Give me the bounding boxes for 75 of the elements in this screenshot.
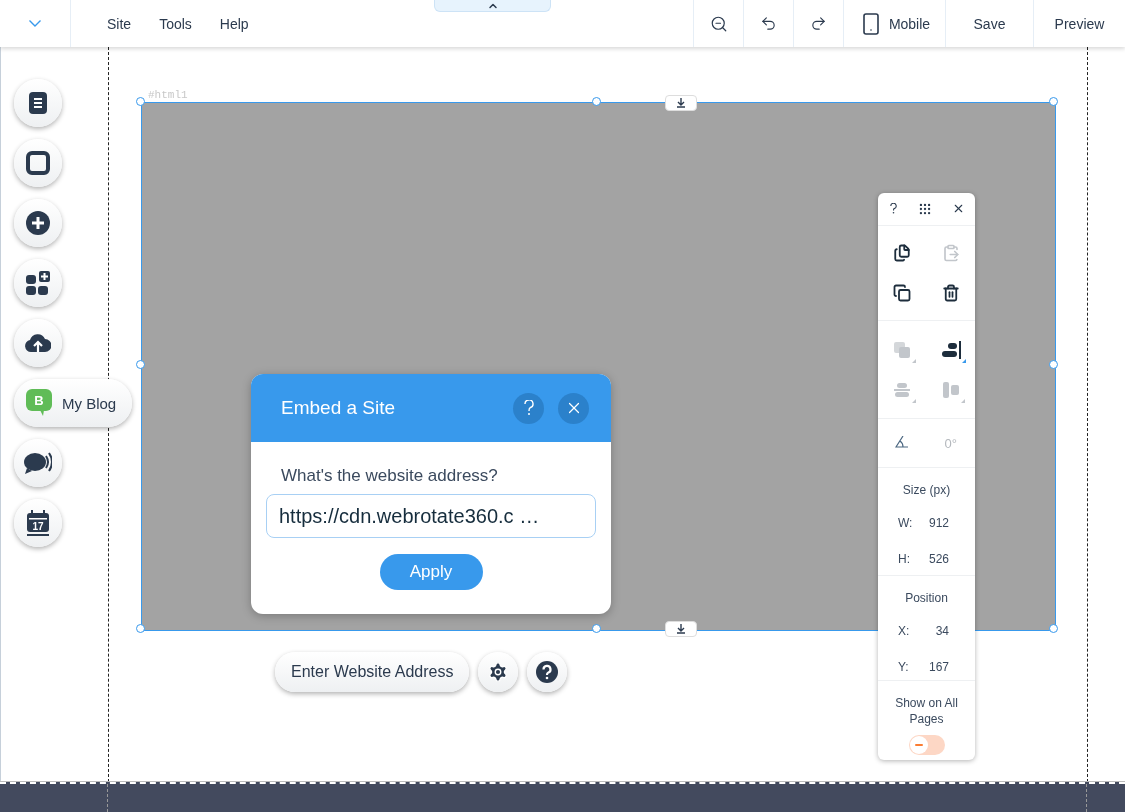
copy-icon bbox=[893, 243, 912, 262]
dialog-title: Embed a Site bbox=[281, 397, 397, 419]
question-mark-icon bbox=[890, 203, 897, 215]
zoom-out-icon bbox=[709, 14, 728, 33]
position-title: Position bbox=[905, 590, 948, 607]
question-mark-icon bbox=[523, 400, 534, 416]
drag-tab[interactable] bbox=[665, 621, 697, 637]
position-value: 34 bbox=[935, 624, 949, 639]
undo-button[interactable] bbox=[743, 0, 793, 47]
panel-help-button[interactable] bbox=[890, 203, 897, 215]
match-size-icon bbox=[941, 380, 960, 399]
resize-handle[interactable] bbox=[592, 624, 601, 633]
rail-button[interactable] bbox=[14, 439, 62, 487]
save-button[interactable]: Save bbox=[945, 0, 1033, 47]
rotation-value: 0° bbox=[944, 435, 957, 451]
resize-handle[interactable] bbox=[1049, 97, 1058, 106]
download-icon bbox=[676, 624, 686, 634]
show-on-all-pages-label: Show on All Pages bbox=[894, 694, 959, 727]
add-icon bbox=[26, 211, 50, 235]
position-label: Y: bbox=[898, 660, 909, 675]
align-center-icon bbox=[893, 380, 912, 399]
rail-button[interactable] bbox=[14, 79, 62, 127]
close-button[interactable] bbox=[558, 392, 589, 424]
trash-icon bbox=[941, 283, 960, 302]
settings-icon bbox=[487, 661, 510, 683]
rail-button[interactable] bbox=[14, 319, 62, 367]
enter-address-button[interactable]: Enter Website Address bbox=[275, 652, 470, 692]
preview-button[interactable]: Preview bbox=[1033, 0, 1125, 47]
undo-icon bbox=[760, 15, 777, 32]
redo-button[interactable] bbox=[793, 0, 843, 47]
apps-icon bbox=[26, 271, 50, 295]
speech-icon bbox=[24, 451, 52, 475]
rail-button[interactable] bbox=[14, 199, 62, 247]
position-label: X: bbox=[898, 624, 910, 639]
layers-icon bbox=[893, 340, 912, 359]
help-button[interactable] bbox=[527, 652, 568, 692]
chevron-down-icon bbox=[29, 20, 41, 27]
paste-icon bbox=[941, 243, 960, 262]
resize-handle[interactable] bbox=[592, 97, 601, 106]
menu-item[interactable]: Help bbox=[205, 11, 263, 36]
redo-icon bbox=[810, 15, 827, 32]
rail-button[interactable]: 17 bbox=[14, 499, 62, 547]
size-label: H: bbox=[898, 551, 910, 566]
resize-handle[interactable] bbox=[136, 360, 145, 369]
url-input-field[interactable]: https://cdn.webrotate360.c … bbox=[266, 494, 596, 538]
toggle-switch[interactable] bbox=[908, 734, 945, 755]
grip-icon bbox=[917, 201, 932, 216]
position-value: 167 bbox=[928, 660, 949, 675]
drag-handle[interactable] bbox=[917, 201, 932, 216]
settings-button[interactable] bbox=[478, 652, 519, 692]
resize-handle[interactable] bbox=[136, 97, 145, 106]
duplicate-icon bbox=[893, 283, 912, 302]
cloud-upload-icon bbox=[25, 333, 51, 353]
size-title: Size (px) bbox=[902, 481, 951, 498]
blog-button[interactable]: B My Blog bbox=[14, 379, 133, 427]
download-icon bbox=[676, 98, 686, 108]
size-value: 526 bbox=[928, 551, 949, 566]
drag-tab[interactable] bbox=[665, 95, 697, 111]
rail-button[interactable] bbox=[14, 259, 62, 307]
square-icon bbox=[26, 151, 50, 175]
menu-item[interactable]: Site bbox=[93, 11, 146, 36]
address-question: What's the website address? bbox=[280, 466, 498, 486]
resize-handle[interactable] bbox=[1049, 624, 1058, 633]
resize-handle[interactable] bbox=[136, 624, 145, 633]
page-icon bbox=[27, 91, 49, 115]
angle-icon bbox=[895, 435, 910, 448]
help-icon bbox=[536, 661, 559, 683]
size-value: 912 bbox=[928, 515, 949, 530]
zoom-out-button[interactable] bbox=[693, 0, 743, 47]
menu-item[interactable]: Tools bbox=[145, 11, 206, 36]
resize-handle[interactable] bbox=[1049, 360, 1058, 369]
mobile-button[interactable]: Mobile bbox=[843, 0, 945, 47]
size-label: W: bbox=[898, 515, 913, 530]
align-right-icon bbox=[940, 340, 961, 359]
rail-button[interactable] bbox=[14, 139, 62, 187]
